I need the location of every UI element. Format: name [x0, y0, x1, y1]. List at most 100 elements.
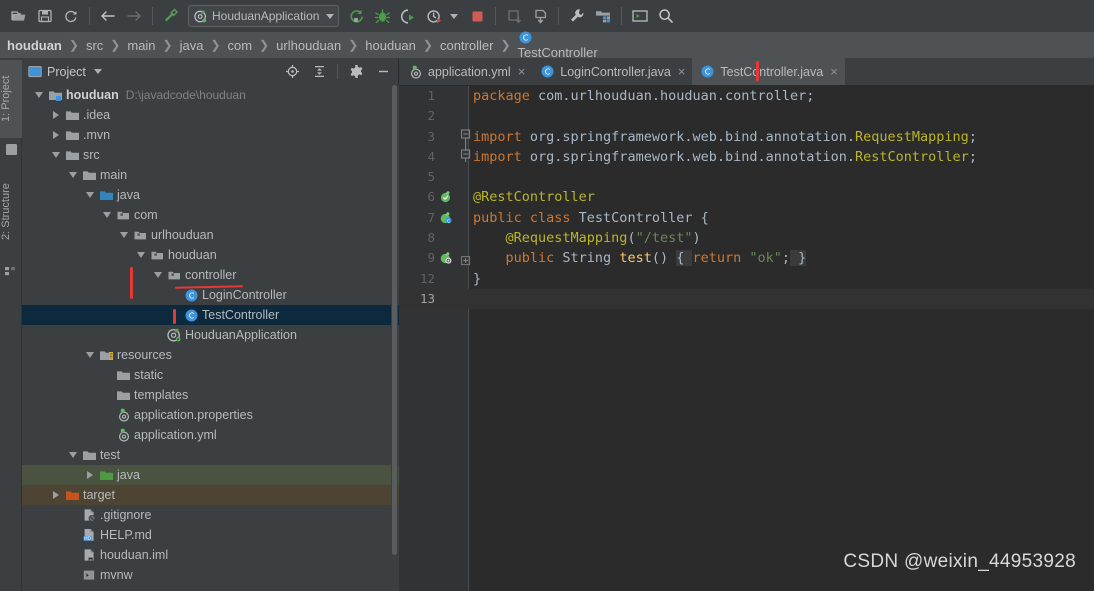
tool-window-tab-structure[interactable]: 2: Structure: [0, 166, 22, 258]
breadcrumb-item-src[interactable]: src: [84, 38, 105, 53]
tree-node-src[interactable]: src: [22, 145, 399, 165]
select-opened-file-button[interactable]: [281, 61, 303, 83]
code-line[interactable]: 7 Cpublic class TestController {: [399, 208, 1094, 228]
tool-window-tab-project[interactable]: 1: Project: [0, 60, 22, 138]
fold-fold-end-icon[interactable]: [461, 149, 471, 162]
twisty-expanded-icon[interactable]: [66, 165, 80, 185]
breadcrumb-item-java[interactable]: java: [178, 38, 206, 53]
tree-node-houduanapplication[interactable]: HouduanApplication: [22, 325, 399, 345]
tree-node-help-md[interactable]: MD HELP.md: [22, 525, 399, 545]
gutter-spring-mapping-icon[interactable]: [439, 251, 453, 265]
tree-node--gitignore[interactable]: .gitignore: [22, 505, 399, 525]
build-hammer-icon[interactable]: [158, 3, 184, 29]
hide-panel-button[interactable]: [372, 61, 394, 83]
save-all-icon[interactable]: [32, 3, 58, 29]
tree-node-testcontroller[interactable]: C TestController: [22, 305, 399, 325]
open-folder-icon[interactable]: [6, 3, 32, 29]
fold-fold-collapsed-icon[interactable]: [461, 253, 471, 266]
tree-node-houduan[interactable]: houduan D:\javadcode\houduan: [22, 85, 399, 105]
code-surface[interactable]: 1 package com.urlhouduan.houduan.controll…: [399, 86, 1094, 591]
back-arrow-icon[interactable]: [95, 3, 121, 29]
twisty-expanded-icon[interactable]: [32, 85, 46, 105]
close-icon[interactable]: ×: [830, 64, 838, 79]
code-line[interactable]: 1 package com.urlhouduan.houduan.controll…: [399, 86, 1094, 106]
code-line[interactable]: 13: [399, 288, 1094, 310]
breadcrumb-item-houduan[interactable]: houduan: [5, 38, 64, 53]
gutter-spring-bean-icon[interactable]: [439, 190, 453, 204]
tree-node-houduan-iml[interactable]: houduan.iml: [22, 545, 399, 565]
profiler-button[interactable]: [421, 3, 447, 29]
twisty-collapsed-icon[interactable]: [83, 465, 97, 485]
twisty-expanded-icon[interactable]: [83, 345, 97, 365]
stop-button[interactable]: [464, 3, 490, 29]
breadcrumb-item-com[interactable]: com: [226, 38, 255, 53]
code-line[interactable]: 6 @RestController: [399, 187, 1094, 207]
close-icon[interactable]: ×: [518, 64, 526, 79]
twisty-expanded-icon[interactable]: [49, 145, 63, 165]
chevron-down-icon[interactable]: [93, 69, 102, 74]
scrollbar-thumb[interactable]: [392, 85, 397, 555]
code-line[interactable]: 3 import org.springframework.web.bind.ann…: [399, 127, 1094, 151]
run-with-coverage-button[interactable]: [395, 3, 421, 29]
commit-icon[interactable]: [527, 3, 553, 29]
close-icon[interactable]: ×: [678, 64, 686, 79]
tree-node-java[interactable]: java: [22, 465, 399, 485]
code-line[interactable]: 4 import org.springframework.web.bind.ann…: [399, 147, 1094, 167]
fold-fold-start-icon[interactable]: [461, 129, 471, 151]
tree-node-static[interactable]: static: [22, 365, 399, 385]
tree-node-houduan[interactable]: houduan: [22, 245, 399, 265]
editor-tab-logincontroller-java[interactable]: C LoginController.java ×: [532, 58, 692, 85]
settings-wrench-icon[interactable]: [564, 3, 590, 29]
tree-node-mvnw[interactable]: mvnw: [22, 565, 399, 585]
twisty-collapsed-icon[interactable]: [49, 485, 63, 505]
search-everywhere-icon[interactable]: [653, 3, 679, 29]
code-line[interactable]: 12}: [399, 269, 1094, 289]
twisty-expanded-icon[interactable]: [134, 245, 148, 265]
sync-refresh-icon[interactable]: [58, 3, 84, 29]
collapse-all-button[interactable]: [308, 61, 330, 83]
twisty-expanded-icon[interactable]: [66, 445, 80, 465]
tree-node-resources[interactable]: resources: [22, 345, 399, 365]
tree-node-application-properties[interactable]: application.properties: [22, 405, 399, 425]
run-button[interactable]: [343, 3, 369, 29]
tree-node-com[interactable]: com: [22, 205, 399, 225]
twisty-expanded-icon[interactable]: [117, 225, 131, 245]
terminal-icon[interactable]: [627, 3, 653, 29]
tree-node-application-yml[interactable]: application.yml: [22, 425, 399, 445]
project-tree-scrollbar[interactable]: [391, 85, 398, 591]
code-line[interactable]: 5: [399, 167, 1094, 187]
tree-node-controller[interactable]: controller: [22, 265, 399, 285]
settings-gear-button[interactable]: [345, 61, 367, 83]
breadcrumb-item-urlhouduan[interactable]: urlhouduan: [274, 38, 343, 53]
twisty-collapsed-icon[interactable]: [49, 125, 63, 145]
code-line[interactable]: 2: [399, 106, 1094, 126]
twisty-collapsed-icon[interactable]: [49, 105, 63, 125]
editor-tab-testcontroller-java[interactable]: C TestController.java ×: [692, 58, 846, 85]
tree-node--idea[interactable]: .idea: [22, 105, 399, 125]
debug-button[interactable]: [369, 3, 395, 29]
tree-node-urlhouduan[interactable]: urlhouduan: [22, 225, 399, 245]
breadcrumb-item-testcontroller[interactable]: C TestController: [516, 30, 600, 60]
project-tree[interactable]: houduan D:\javadcode\houduan .idea .mvn src m…: [22, 85, 399, 591]
editor-body[interactable]: 1 package com.urlhouduan.houduan.controll…: [399, 86, 1094, 591]
tree-node--mvn[interactable]: .mvn: [22, 125, 399, 145]
run-configuration-selector[interactable]: HouduanApplication: [188, 5, 340, 27]
tree-node-templates[interactable]: templates: [22, 385, 399, 405]
breadcrumb-item-controller[interactable]: controller: [438, 38, 495, 53]
gutter-spring-bean-class-icon[interactable]: C: [439, 211, 453, 225]
profiler-dropdown-icon[interactable]: [450, 13, 459, 19]
tree-node-target[interactable]: target: [22, 485, 399, 505]
tree-node-main[interactable]: main: [22, 165, 399, 185]
chevron-down-icon[interactable]: [326, 13, 335, 19]
tree-node-java[interactable]: java: [22, 185, 399, 205]
twisty-expanded-icon[interactable]: [83, 185, 97, 205]
editor-tab-application-yml[interactable]: application.yml ×: [399, 58, 532, 85]
tree-node-test[interactable]: test: [22, 445, 399, 465]
twisty-expanded-icon[interactable]: [100, 205, 114, 225]
project-structure-icon[interactable]: [590, 3, 616, 29]
code-line[interactable]: 8 @RequestMapping("/test"): [399, 228, 1094, 248]
code-line[interactable]: 9 public String test() { return "ok"; }: [399, 248, 1094, 268]
twisty-expanded-icon[interactable]: [151, 265, 165, 285]
breadcrumb-item-houduan[interactable]: houduan: [363, 38, 418, 53]
tree-node-logincontroller[interactable]: C LoginController: [22, 285, 399, 305]
